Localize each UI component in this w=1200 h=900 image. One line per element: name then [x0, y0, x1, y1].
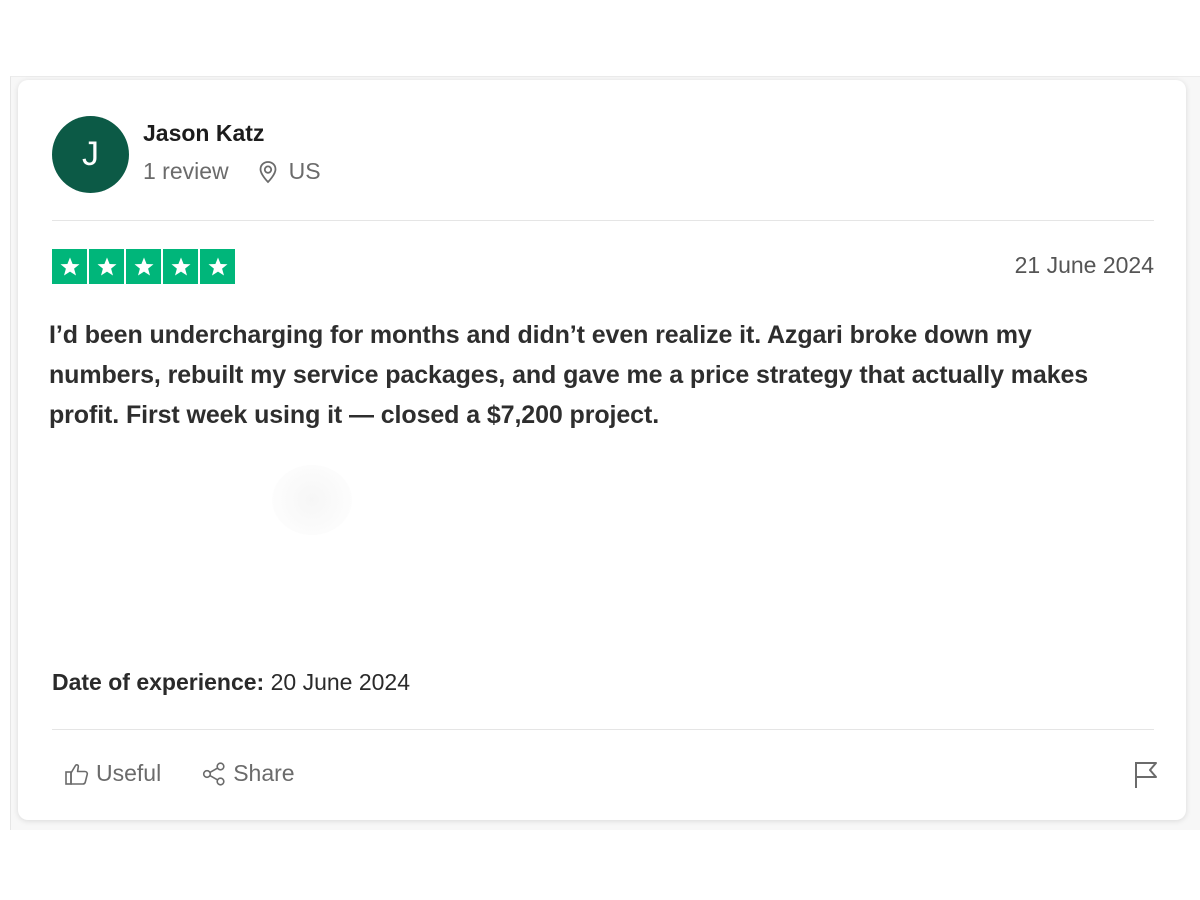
- faint-artifact: [272, 465, 352, 535]
- star-icon: [89, 249, 124, 284]
- share-icon: [201, 761, 227, 787]
- share-label: Share: [233, 760, 295, 786]
- star-icon: [126, 249, 161, 284]
- experience-label: Date of experience:: [52, 669, 265, 695]
- star-icon: [163, 249, 198, 284]
- reviewer-country: US: [288, 158, 321, 184]
- reviewer-name[interactable]: Jason Katz: [143, 120, 264, 147]
- review-count: 1 review: [143, 158, 229, 184]
- reviewer-meta: 1 review US: [143, 158, 321, 185]
- useful-label: Useful: [96, 760, 162, 786]
- review-card: J Jason Katz 1 review US 21 June 2024 I’…: [18, 80, 1186, 820]
- avatar[interactable]: J: [52, 116, 129, 193]
- location-pin-icon: [257, 160, 279, 184]
- review-date: 21 June 2024: [1014, 252, 1154, 278]
- star-icon: [200, 249, 235, 284]
- useful-button[interactable]: Useful: [64, 760, 161, 787]
- divider: [52, 220, 1154, 221]
- star-icon: [52, 249, 87, 284]
- flag-icon[interactable]: [1132, 760, 1160, 790]
- review-actions: Useful Share: [64, 760, 335, 787]
- review-body: I’d been undercharging for months and di…: [49, 321, 1089, 429]
- experience-date: 20 June 2024: [270, 669, 410, 695]
- avatar-initial: J: [82, 135, 99, 173]
- thumbs-up-icon: [64, 761, 90, 787]
- star-rating: [52, 249, 235, 284]
- date-of-experience: Date of experience: 20 June 2024: [52, 669, 410, 696]
- divider: [52, 729, 1154, 730]
- share-button[interactable]: Share: [201, 760, 295, 787]
